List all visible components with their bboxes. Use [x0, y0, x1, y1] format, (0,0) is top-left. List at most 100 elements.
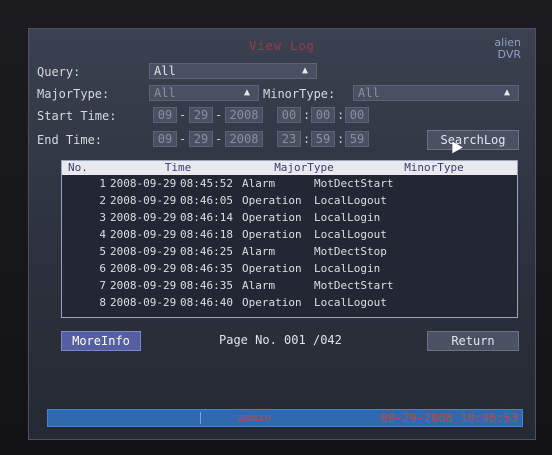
cell-date: 2008-09-29	[110, 211, 177, 224]
cell-minor-type: LocalLogin	[314, 262, 381, 275]
start-day-field[interactable]: 29	[189, 107, 213, 123]
col-header-time: Time	[164, 161, 192, 174]
more-info-button[interactable]: MoreInfo	[61, 331, 141, 351]
cell-major-type: Alarm	[242, 279, 276, 292]
query-label: Query:	[37, 65, 81, 79]
cell-major-type: Operation	[242, 228, 302, 241]
table-row[interactable]: 6 2008-09-29 08:46:35 Operation LocalLog…	[62, 260, 517, 277]
major-type-dropdown[interactable]: All ▲	[149, 85, 259, 101]
pagination: Page No. 001 /042	[219, 333, 342, 347]
end-hour-field[interactable]: 23	[277, 131, 301, 147]
updown-arrow-icon: ▲	[503, 87, 510, 98]
page-label: Page No.	[219, 333, 277, 347]
cell-date: 2008-09-29	[110, 177, 177, 190]
cell-no: 1	[99, 177, 106, 190]
cell-no: 5	[99, 245, 106, 258]
cell-no: 2	[99, 194, 106, 207]
minor-type-label: MinorType:	[263, 87, 336, 101]
status-datetime: 09-29-2008 18:46:53	[380, 411, 518, 425]
start-hour-field[interactable]: 00	[277, 107, 301, 123]
end-month-field[interactable]: 09	[153, 131, 177, 147]
cell-date: 2008-09-29	[110, 245, 177, 258]
table-row[interactable]: 3 2008-09-29 08:46:14 Operation LocalLog…	[62, 209, 517, 226]
end-time-label: End Time:	[37, 133, 103, 147]
end-second-field[interactable]: 59	[345, 131, 369, 147]
minor-type-value: All	[358, 86, 380, 100]
start-second-field[interactable]: 00	[345, 107, 369, 123]
major-type-value: All	[154, 86, 176, 100]
cell-no: 8	[99, 296, 106, 309]
cell-major-type: Alarm	[242, 245, 276, 258]
cell-minor-type: MotDectStop	[314, 245, 387, 258]
cell-minor-type: LocalLogout	[314, 228, 387, 241]
start-time-label: Start Time:	[37, 109, 117, 123]
cell-time: 08:46:14	[180, 211, 233, 224]
table-row[interactable]: 8 2008-09-29 08:46:40 Operation LocalLog…	[62, 294, 517, 311]
date-separator: -	[179, 108, 187, 122]
cell-time: 08:46:18	[180, 228, 233, 241]
brand-logo: alien DVR	[494, 37, 521, 61]
query-value: All	[154, 64, 176, 78]
cell-major-type: Operation	[242, 262, 302, 275]
date-separator: -	[215, 132, 223, 146]
cell-no: 3	[99, 211, 106, 224]
cell-time: 08:46:05	[180, 194, 233, 207]
status-bar: admin 09-29-2008 18:46:53	[47, 409, 523, 427]
status-user: admin	[238, 411, 272, 424]
cell-time: 08:46:25	[180, 245, 233, 258]
time-separator: :	[337, 108, 345, 122]
status-divider	[200, 412, 201, 424]
end-minute-field[interactable]: 59	[311, 131, 335, 147]
time-separator: :	[303, 108, 311, 122]
cell-minor-type: LocalLogout	[314, 296, 387, 309]
start-year-field[interactable]: 2008	[225, 107, 263, 123]
log-table: No. Time MajorType MinorType 1 2008-09-2…	[61, 160, 518, 318]
current-page: 001	[284, 333, 306, 347]
cell-minor-type: MotDectStart	[314, 279, 394, 292]
return-button[interactable]: Return	[427, 331, 519, 351]
dialog-title: View Log	[249, 39, 315, 53]
cell-major-type: Operation	[242, 296, 302, 309]
time-separator: :	[303, 132, 311, 146]
view-log-dialog: View Log alien DVR Query: All ▲︎ MajorTy…	[28, 28, 536, 440]
table-header: No. Time MajorType MinorType	[62, 161, 517, 175]
cell-major-type: Operation	[242, 211, 302, 224]
cell-time: 08:46:40	[180, 296, 233, 309]
query-dropdown[interactable]: All ▲︎	[149, 63, 317, 79]
total-pages: 042	[320, 333, 342, 347]
cell-time: 08:45:52	[180, 177, 233, 190]
cell-date: 2008-09-29	[110, 262, 177, 275]
col-header-major-type: MajorType	[274, 161, 334, 174]
table-row[interactable]: 5 2008-09-29 08:46:25 Alarm MotDectStop	[62, 243, 517, 260]
col-header-minor-type: MinorType	[404, 161, 464, 174]
cell-date: 2008-09-29	[110, 279, 177, 292]
table-row[interactable]: 1 2008-09-29 08:45:52 Alarm MotDectStart	[62, 175, 517, 192]
cell-no: 7	[99, 279, 106, 292]
updown-arrow-icon: ▲	[243, 87, 250, 98]
cell-major-type: Alarm	[242, 177, 276, 190]
col-header-no: No.	[68, 161, 88, 174]
cell-date: 2008-09-29	[110, 228, 177, 241]
cell-time: 08:46:35	[180, 279, 233, 292]
cell-minor-type: MotDectStart	[314, 177, 394, 190]
cell-minor-type: LocalLogout	[314, 194, 387, 207]
logo-line-2: DVR	[497, 48, 521, 61]
end-day-field[interactable]: 29	[189, 131, 213, 147]
table-row[interactable]: 2 2008-09-29 08:46:05 Operation LocalLog…	[62, 192, 517, 209]
monitor-frame: View Log alien DVR Query: All ▲︎ MajorTy…	[0, 0, 552, 455]
table-row[interactable]: 7 2008-09-29 08:46:35 Alarm MotDectStart	[62, 277, 517, 294]
cell-no: 4	[99, 228, 106, 241]
cell-date: 2008-09-29	[110, 296, 177, 309]
table-row[interactable]: 4 2008-09-29 08:46:18 Operation LocalLog…	[62, 226, 517, 243]
start-minute-field[interactable]: 00	[311, 107, 335, 123]
major-type-label: MajorType:	[37, 87, 110, 101]
end-year-field[interactable]: 2008	[225, 131, 263, 147]
date-separator: -	[179, 132, 187, 146]
start-month-field[interactable]: 09	[153, 107, 177, 123]
time-separator: :	[337, 132, 345, 146]
search-log-button[interactable]: SearchLog	[427, 130, 519, 150]
minor-type-dropdown[interactable]: All ▲	[353, 85, 519, 101]
updown-arrow-icon: ▲︎	[301, 65, 308, 76]
cell-time: 08:46:35	[180, 262, 233, 275]
cell-minor-type: LocalLogin	[314, 211, 381, 224]
